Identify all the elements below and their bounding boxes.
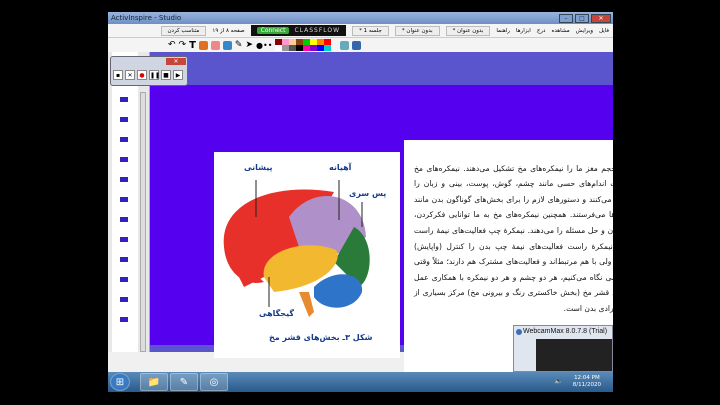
highlighter-icon[interactable] (222, 40, 232, 50)
shape-tool-icon[interactable] (198, 40, 208, 50)
page-thumbnail[interactable] (120, 257, 128, 262)
page-browser-scrollbar[interactable] (140, 92, 146, 352)
menu-edit[interactable]: ویرایش (576, 28, 593, 34)
color-swatch[interactable] (282, 45, 290, 51)
recorder-close-button[interactable]: ✕ (166, 58, 186, 65)
page-browser (108, 52, 150, 352)
menu-help[interactable]: راهنما (496, 28, 510, 34)
tab-session-1[interactable]: جلسه 1 * (352, 25, 389, 36)
figure-caption: شکل ۳ـ بخش‌های قشر مخ (269, 333, 373, 342)
connect-button[interactable]: Connect (256, 27, 290, 34)
close-button[interactable]: ✕ (591, 13, 611, 23)
window-title: ActivInspire - Studio (111, 14, 182, 22)
webcam-preview (536, 339, 612, 371)
page-thumbnail[interactable] (120, 97, 128, 102)
menu-bar: فایل ویرایش مشاهده درج ابزارها راهنما بد… (108, 24, 613, 38)
page-info: صفحه ۸ از ۱۹ (212, 27, 245, 34)
color-swatch[interactable] (275, 45, 283, 51)
activinspire-taskbar-icon[interactable]: ✎ (170, 373, 198, 391)
pen-icon[interactable]: ✎ (235, 40, 243, 50)
color-swatch[interactable] (289, 45, 297, 51)
activinspire-window: ActivInspire - Studio – □ ✕ فایل ویرایش مش… (108, 12, 613, 372)
classflow-connect[interactable]: Connect CLASSFLOW (250, 25, 347, 36)
color-swatch[interactable] (310, 45, 318, 51)
menu-view[interactable]: مشاهده (551, 28, 569, 34)
undo-icon[interactable]: ↶ (168, 40, 176, 50)
clock-date: 8/11/2020 (572, 382, 601, 388)
pen-size-icon[interactable]: ●•• (256, 41, 272, 50)
label-temporal: گیجگاهی (259, 309, 294, 318)
color-palette[interactable] (275, 39, 332, 51)
pause-icon[interactable]: ❚❚ (149, 70, 160, 80)
brain-image (223, 180, 370, 317)
record-icon[interactable]: ● (137, 70, 147, 80)
body-text: بیشتر حجم مغز ما را نیمکره‌های مخ تشکیل … (414, 163, 613, 313)
tab-untitled-1[interactable]: بدون عنوان * (445, 25, 491, 36)
redo-icon[interactable]: ↷ (179, 40, 187, 50)
minimize-recorder-icon[interactable]: ▪ (113, 70, 123, 80)
color-swatch[interactable] (317, 45, 325, 51)
color-swatch[interactable] (296, 45, 304, 51)
page-thumbnail[interactable] (120, 157, 128, 162)
page-thumbnail[interactable] (120, 297, 128, 302)
page-thumbnail[interactable] (120, 217, 128, 222)
brain-figure: پیشانی آهیانه پس سری گیجگاهی شکل ۳ـ بخش‌… (214, 152, 400, 358)
zoom-icon[interactable] (340, 40, 350, 50)
page-thumbnail[interactable] (120, 317, 128, 322)
color-swatch[interactable] (324, 45, 332, 51)
eraser-icon[interactable] (210, 40, 220, 50)
menu-file[interactable]: فایل (599, 28, 609, 34)
label-occipital: پس سری (349, 189, 387, 198)
start-button[interactable]: ⊞ (110, 373, 130, 391)
webcammax-taskbar-icon[interactable]: ◎ (200, 373, 228, 391)
screen-icon[interactable] (352, 40, 362, 50)
minimize-button[interactable]: – (559, 13, 573, 23)
page-thumbnail[interactable] (120, 197, 128, 202)
clock[interactable]: 12:04 PM 8/11/2020 (573, 375, 601, 389)
label-parietal: آهیانه (329, 163, 352, 172)
maximize-button[interactable]: □ (575, 13, 589, 23)
page-thumbnail[interactable] (120, 137, 128, 142)
recorder-toolbar: ✕ ▪ ✕ ● ❚❚ ■ ▶ (110, 56, 188, 86)
volume-icon[interactable]: 🔈 (554, 377, 563, 385)
tab-untitled-2[interactable]: بدون عنوان * (394, 25, 440, 36)
color-swatch[interactable] (303, 45, 311, 51)
page-thumbnail[interactable] (120, 117, 128, 122)
webcammax-icon (516, 328, 522, 335)
menu-tools[interactable]: ابزارها (516, 28, 531, 34)
webcam-title: WebcamMax 8.0.7.8 (Trial) (523, 328, 608, 335)
flipchart-canvas[interactable]: پیشانی آهیانه پس سری گیجگاهی شکل ۳ـ بخش‌… (150, 52, 613, 372)
title-bar: ActivInspire - Studio – □ ✕ (108, 12, 613, 24)
webcammax-window[interactable]: WebcamMax 8.0.7.8 (Trial) (513, 325, 613, 372)
zoom-select[interactable]: متناسب کردن (160, 25, 207, 36)
classflow-logo: CLASSFLOW (294, 27, 341, 34)
select-icon[interactable]: ➤ (245, 40, 253, 50)
page-thumbnail[interactable] (120, 237, 128, 242)
text-tool-icon[interactable]: T (189, 40, 196, 51)
clock-time: 12:04 PM (574, 375, 600, 381)
play-icon[interactable]: ▶ (173, 70, 183, 80)
toolbar: ↶ ↷ T ✎ ➤ ●•• (108, 38, 613, 52)
cancel-icon[interactable]: ✕ (125, 70, 135, 80)
page-thumbnail[interactable] (120, 177, 128, 182)
explorer-taskbar-icon[interactable]: 📁 (140, 373, 168, 391)
page-thumbnail[interactable] (120, 277, 128, 282)
label-frontal: پیشانی (244, 163, 273, 172)
taskbar: ⊞ 📁 ✎ ◎ 🔈 12:04 PM 8/11/2020 (108, 372, 613, 392)
menu-insert[interactable]: درج (537, 28, 546, 34)
stop-icon[interactable]: ■ (161, 70, 171, 80)
